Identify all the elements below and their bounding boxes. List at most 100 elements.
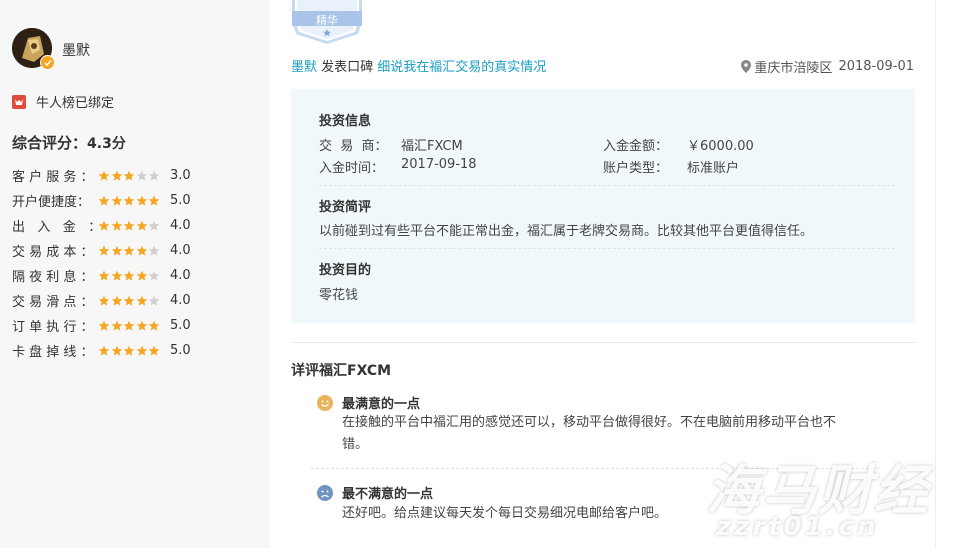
star-icon — [123, 320, 135, 331]
star-icon — [98, 170, 110, 181]
star-icon — [148, 320, 160, 331]
review-location-date: 重庆市涪陵区 2018-09-01 — [741, 57, 914, 76]
username[interactable]: 墨默 — [62, 40, 90, 60]
location-pin-icon — [741, 60, 752, 73]
smile-face-icon — [317, 395, 333, 411]
star-icon — [98, 345, 110, 356]
badge-label: 精华 — [316, 14, 338, 27]
rating-row: 客 户 服 务 ： 3.0 — [12, 163, 191, 188]
rating-value: 5.0 — [170, 343, 191, 358]
broker-label: 交 易 商： — [319, 139, 388, 154]
ranking-bound-status: 牛人榜已绑定 — [12, 92, 114, 111]
star-icon — [123, 170, 135, 181]
rating-row: 交 易 成 本 ： 4.0 — [12, 238, 191, 263]
star-icon — [98, 220, 110, 231]
star-icon — [111, 345, 122, 356]
star-icon — [98, 245, 110, 256]
brief-title: 投资简评 — [319, 200, 372, 215]
overall-score-label: 综合评分： — [12, 134, 88, 152]
star-icon — [136, 170, 147, 181]
rating-label: 客 户 服 务 ： — [12, 170, 94, 185]
star-icon — [148, 220, 160, 231]
rating-value: 4.0 — [170, 243, 191, 258]
broker-value: 福汇FXCM — [401, 139, 463, 154]
detail-title: 详评福汇FXCM — [291, 363, 392, 379]
star-icon — [136, 320, 147, 331]
rating-stars — [98, 195, 168, 207]
star-icon — [98, 270, 110, 281]
star-icon — [136, 220, 147, 231]
section-divider — [291, 342, 915, 343]
brief-text: 以前碰到过有些平台不能正常出金，福汇属于老牌交易商。比较其他平台更值得信任。 — [319, 224, 814, 239]
ratings-list: 客 户 服 务 ： 3.0 开户便捷度： 5.0 出 入 金 ： 4.0 交 易 成 本 ：… — [12, 163, 191, 363]
star-icon — [123, 245, 135, 256]
action-text: 发表口碑 — [317, 60, 378, 75]
star-icon — [123, 345, 135, 356]
review-headline: 墨默 发表口碑 细说我在福汇交易的真实情况 — [291, 56, 546, 75]
deposit-time-label: 入金时间： — [319, 161, 385, 176]
rating-row: 隔 夜 利 息 ： 4.0 — [12, 263, 191, 288]
rating-label: 开户便捷度： — [12, 195, 91, 210]
star-icon — [148, 245, 160, 256]
worst-point-title: 最不满意的一点 — [342, 487, 434, 502]
purpose-text: 零花钱 — [319, 288, 359, 303]
divider — [319, 185, 895, 186]
watermark-url: zzrt01.cn — [716, 512, 879, 542]
rating-row: 交 易 滑 点 ： 4.0 — [12, 288, 191, 313]
rating-value: 4.0 — [170, 268, 191, 283]
sad-face-icon — [317, 485, 333, 501]
star-icon — [136, 195, 147, 206]
star-icon — [98, 195, 110, 206]
star-icon — [148, 270, 160, 281]
author-link[interactable]: 墨默 — [291, 56, 317, 75]
star-icon — [148, 195, 160, 206]
overall-score: 综合评分：4.3分 — [12, 132, 126, 153]
rating-row: 开户便捷度： 5.0 — [12, 188, 191, 213]
rating-stars — [98, 295, 168, 307]
star-icon — [148, 345, 160, 356]
rating-value: 3.0 — [170, 168, 191, 183]
investment-panel: 投资信息 交 易 商： 福汇FXCM 入金金额： ￥6000.00 入金时间： … — [291, 89, 915, 323]
star-icon — [111, 170, 122, 181]
amount-label: 入金金额： — [603, 139, 669, 154]
star-icon — [136, 345, 147, 356]
account-type-value: 标准账户 — [687, 161, 740, 176]
star-icon — [111, 195, 122, 206]
deposit-time-value: 2017-09-18 — [401, 157, 477, 172]
account-type-label: 账户类型： — [603, 161, 669, 176]
star-icon — [148, 170, 160, 181]
rating-row: 订 单 执 行 ： 5.0 — [12, 313, 191, 338]
star-icon — [148, 295, 160, 306]
verified-icon — [40, 55, 55, 70]
divider — [319, 248, 895, 249]
star-icon — [123, 295, 135, 306]
rating-value: 4.0 — [170, 218, 191, 233]
review-title-link[interactable]: 细说我在福汇交易的真实情况 — [377, 56, 546, 75]
star-icon — [123, 270, 135, 281]
rating-value: 4.0 — [170, 293, 191, 308]
rating-stars — [98, 170, 168, 182]
rating-label: 卡 盘 掉 线 ： — [12, 345, 94, 360]
best-point-title: 最满意的一点 — [342, 397, 421, 412]
star-icon — [98, 320, 110, 331]
rating-label: 隔 夜 利 息 ： — [12, 270, 94, 285]
amount-value: ￥6000.00 — [687, 139, 754, 154]
location-text: 重庆市涪陵区 — [754, 61, 833, 76]
bull-ranking-icon — [12, 94, 26, 109]
rating-row: 出 入 金 ： 4.0 — [12, 213, 191, 238]
star-icon — [136, 245, 147, 256]
purpose-title: 投资目的 — [319, 263, 372, 278]
rating-label: 订 单 执 行 ： — [12, 320, 94, 335]
star-icon — [111, 320, 122, 331]
bound-text: 牛人榜已绑定 — [36, 96, 115, 111]
star-icon — [123, 195, 135, 206]
rating-row: 卡 盘 掉 线 ： 5.0 — [12, 338, 191, 363]
best-point-line-1: 在接触的平台中福汇用的感觉还可以，移动平台做得很好。不在电脑前用移动平台也不 — [342, 415, 837, 430]
featured-badge: 精华 — [292, 0, 362, 44]
investment-info-title: 投资信息 — [319, 114, 372, 129]
star-icon — [136, 270, 147, 281]
rating-value: 5.0 — [170, 318, 191, 333]
star-icon — [136, 295, 147, 306]
rating-label: 交 易 成 本 ： — [12, 245, 94, 260]
rating-stars — [98, 320, 168, 332]
